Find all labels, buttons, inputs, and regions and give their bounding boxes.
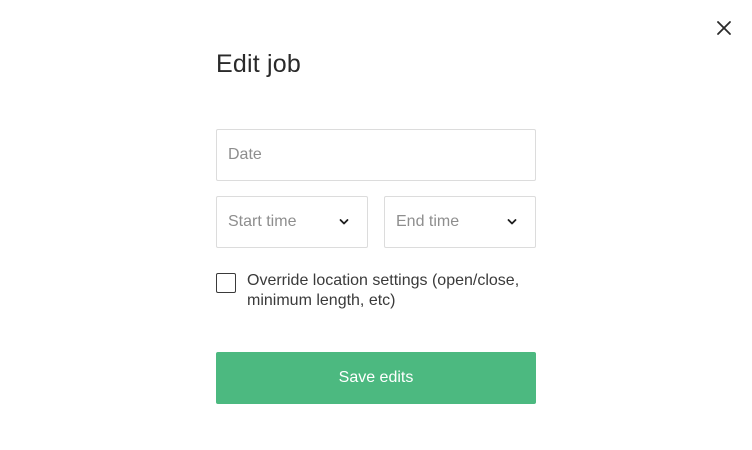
- chevron-down-icon: [507, 219, 517, 225]
- date-placeholder: Date: [228, 146, 262, 163]
- date-input[interactable]: Date: [216, 129, 536, 181]
- override-location-option: Override location settings (open/close, …: [216, 271, 536, 311]
- dialog-title: Edit job: [216, 50, 301, 78]
- override-location-label[interactable]: Override location settings (open/close, …: [247, 271, 547, 311]
- end-time-select[interactable]: End time: [384, 196, 536, 248]
- end-time-placeholder: End time: [396, 213, 460, 230]
- chevron-down-icon: [339, 219, 349, 225]
- override-location-checkbox[interactable]: [216, 273, 236, 293]
- save-edits-button[interactable]: Save edits: [216, 352, 536, 404]
- start-time-select[interactable]: Start time: [216, 196, 368, 248]
- close-icon[interactable]: [715, 19, 733, 37]
- start-time-placeholder: Start time: [228, 213, 297, 230]
- edit-job-dialog: Edit job Date Start time End time Overri…: [0, 0, 752, 450]
